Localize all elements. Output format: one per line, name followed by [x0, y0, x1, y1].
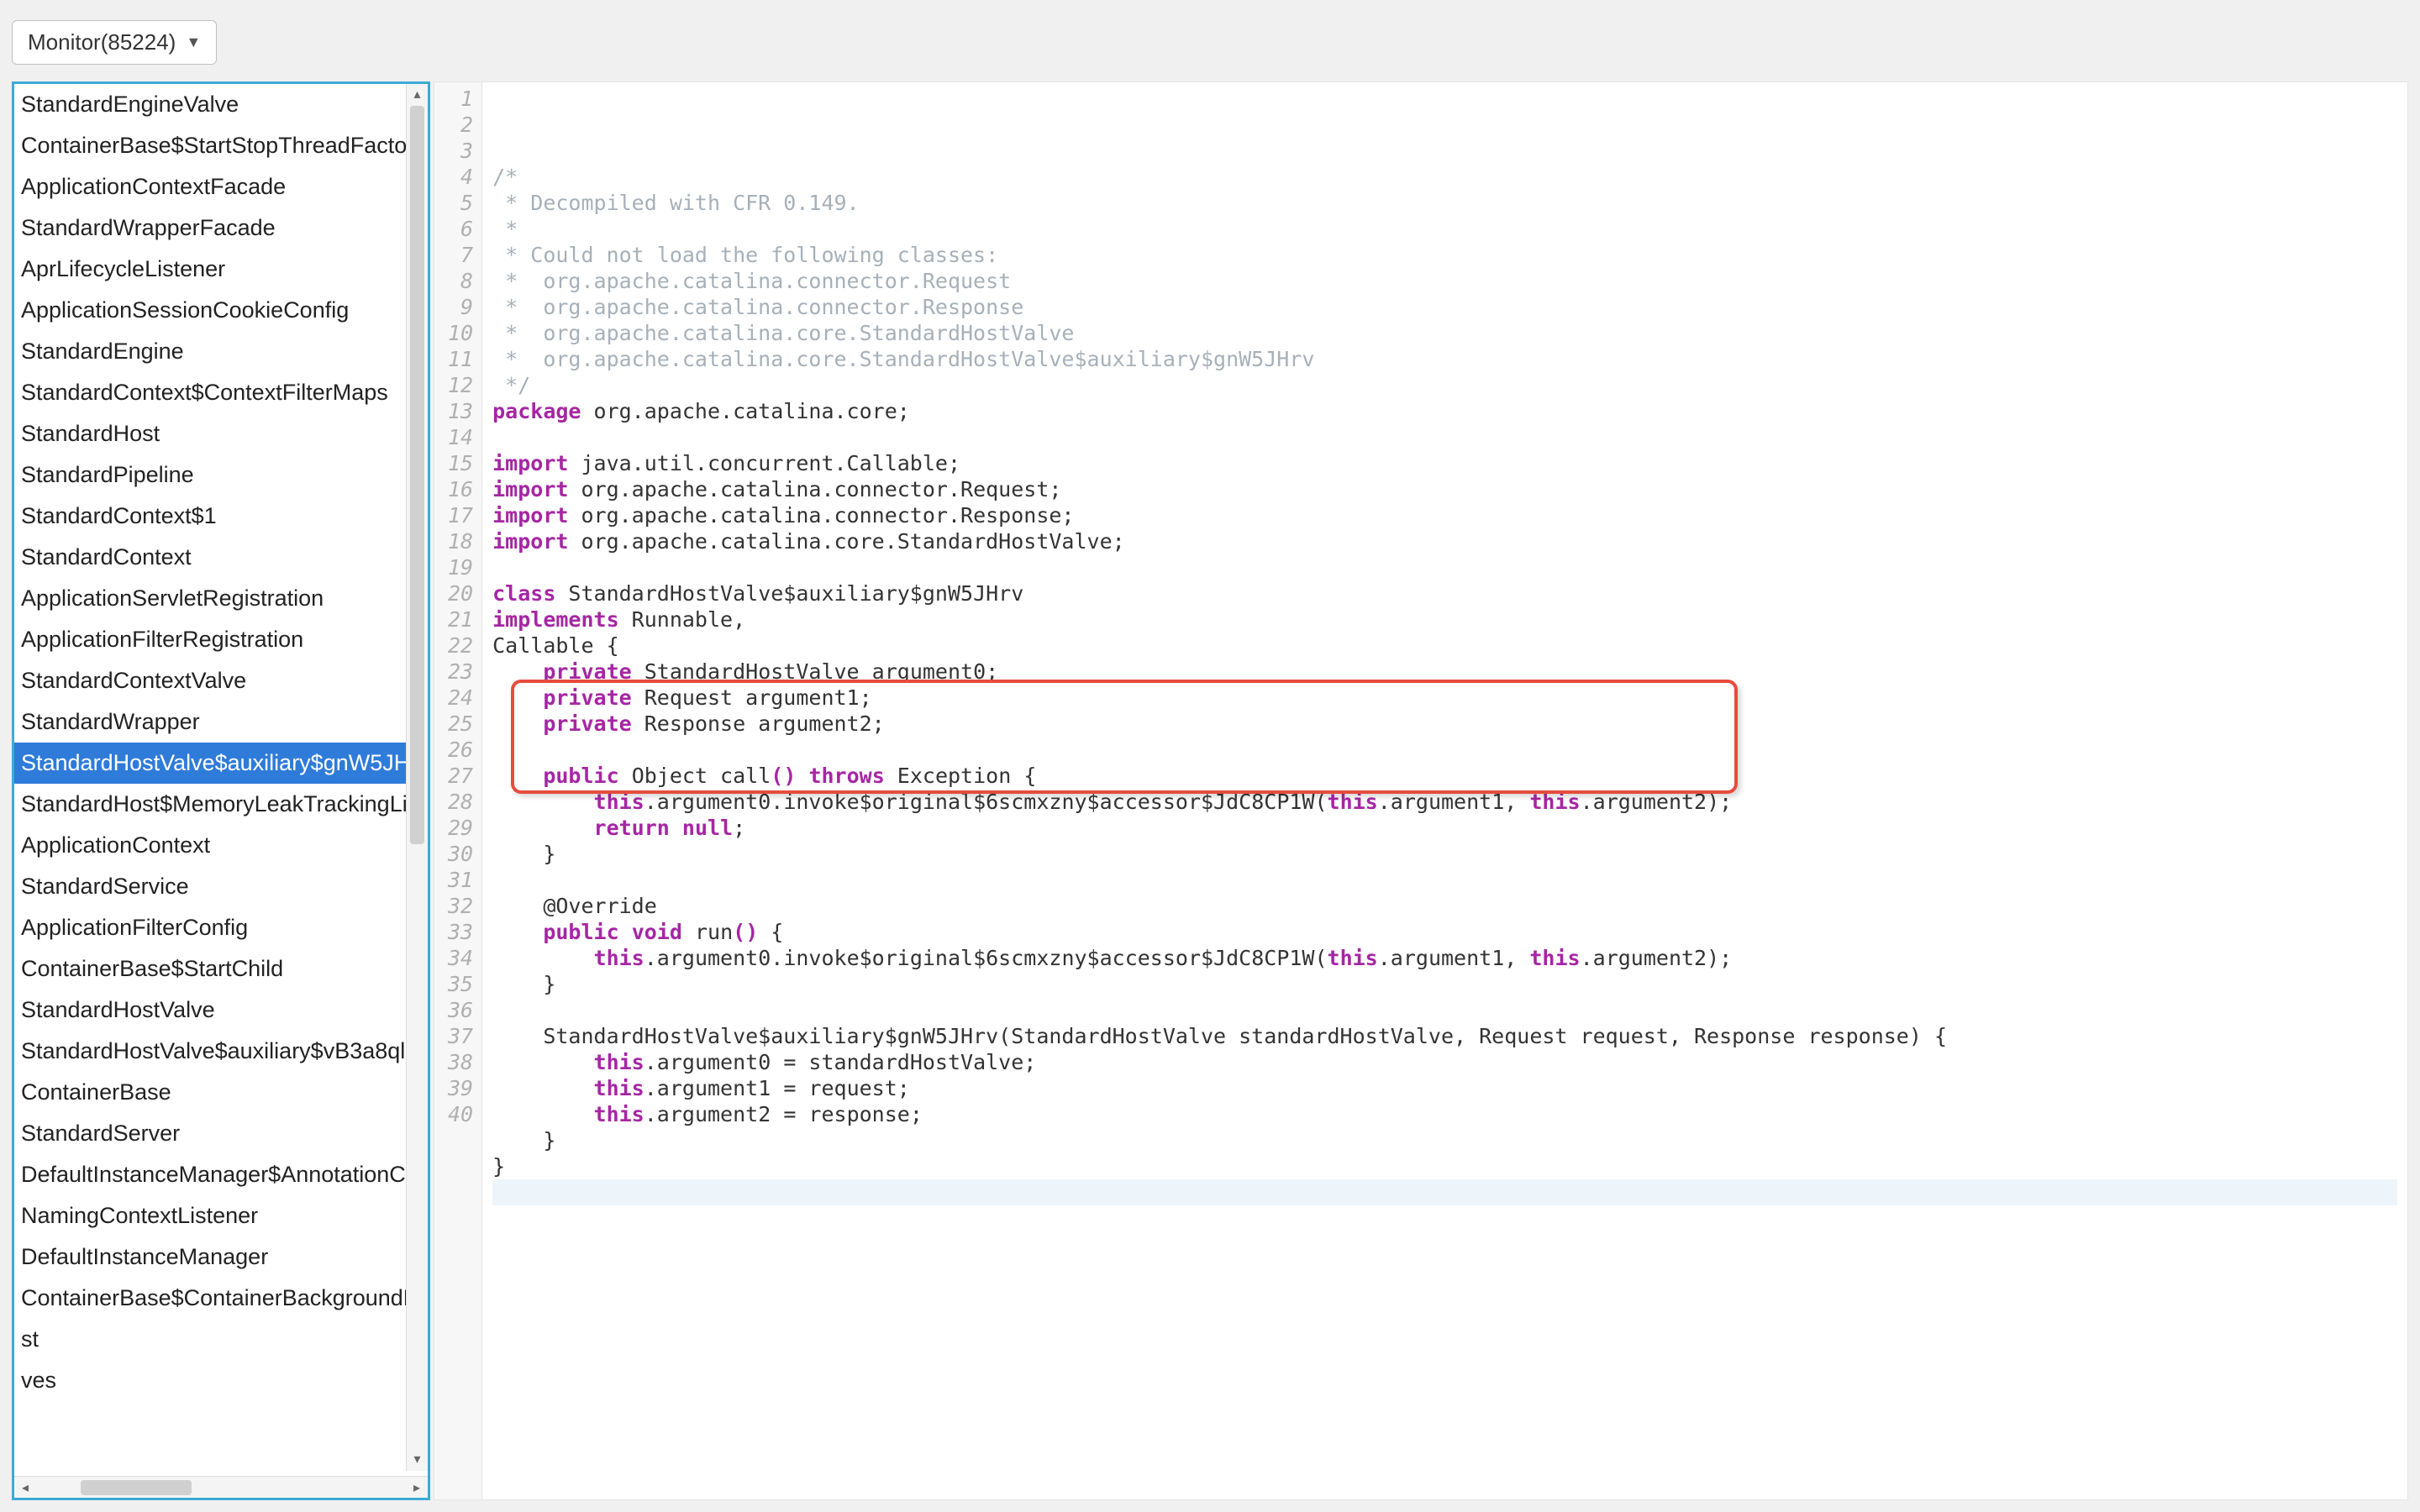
- list-item[interactable]: StandardContextValve: [14, 660, 428, 701]
- code-area[interactable]: /* * Decompiled with CFR 0.149. * * Coul…: [482, 82, 2407, 1499]
- list-item[interactable]: StandardEngineValve: [14, 84, 428, 125]
- list-item[interactable]: ApplicationSessionCookieConfig: [14, 290, 428, 331]
- scroll-track[interactable]: [407, 106, 428, 1449]
- sidebar-horizontal-scrollbar[interactable]: ◂ ▸: [14, 1476, 428, 1498]
- list-item[interactable]: StandardServer: [14, 1113, 428, 1154]
- scroll-thumb[interactable]: [410, 106, 424, 844]
- list-item[interactable]: ContainerBase$StartChild: [14, 948, 428, 990]
- list-item[interactable]: ContainerBase$StartStopThreadFacto: [14, 125, 428, 166]
- main-panel: StandardEngineValveContainerBase$StartSt…: [12, 81, 2408, 1500]
- list-item[interactable]: StandardHostValve$auxiliary$vB3a8ql: [14, 1031, 428, 1072]
- class-list-panel: StandardEngineValveContainerBase$StartSt…: [12, 81, 430, 1500]
- list-item[interactable]: StandardWrapper: [14, 701, 428, 743]
- list-item[interactable]: StandardHostValve: [14, 990, 428, 1031]
- list-item[interactable]: StandardHost$MemoryLeakTrackingLi: [14, 784, 428, 825]
- list-item[interactable]: StandardContext: [14, 537, 428, 578]
- list-item[interactable]: ApplicationFilterRegistration: [14, 619, 428, 660]
- code-editor[interactable]: 1234567891011121314151617181920212223242…: [434, 81, 2408, 1500]
- list-item[interactable]: StandardHostValve$auxiliary$gnW5JH: [14, 743, 428, 784]
- sidebar-vertical-scrollbar[interactable]: ▴ ▾: [406, 84, 428, 1471]
- scroll-right-icon[interactable]: ▸: [406, 1479, 428, 1496]
- list-item[interactable]: st: [14, 1319, 428, 1360]
- scroll-up-icon[interactable]: ▴: [407, 84, 428, 106]
- list-item[interactable]: NamingContextListener: [14, 1195, 428, 1236]
- chevron-down-icon: ▼: [186, 34, 201, 51]
- scroll-left-icon[interactable]: ◂: [14, 1479, 36, 1496]
- list-item[interactable]: ApplicationContext: [14, 825, 428, 866]
- list-item[interactable]: ApplicationServletRegistration: [14, 578, 428, 619]
- list-item[interactable]: StandardWrapperFacade: [14, 207, 428, 249]
- list-item[interactable]: ves: [14, 1360, 428, 1401]
- list-item[interactable]: ApplicationContextFacade: [14, 166, 428, 207]
- list-item[interactable]: StandardService: [14, 866, 428, 907]
- class-list[interactable]: StandardEngineValveContainerBase$StartSt…: [14, 84, 428, 1476]
- list-item[interactable]: DefaultInstanceManager: [14, 1236, 428, 1278]
- list-item[interactable]: ContainerBase$ContainerBackgroundP: [14, 1278, 428, 1319]
- list-item[interactable]: AprLifecycleListener: [14, 249, 428, 290]
- line-number-gutter: 1234567891011121314151617181920212223242…: [434, 82, 482, 1499]
- scroll-down-icon[interactable]: ▾: [407, 1449, 428, 1471]
- scroll-thumb[interactable]: [81, 1480, 192, 1495]
- list-item[interactable]: DefaultInstanceManager$AnnotationC: [14, 1154, 428, 1195]
- monitor-dropdown[interactable]: Monitor(85224) ▼: [12, 20, 217, 65]
- list-item[interactable]: StandardHost: [14, 413, 428, 454]
- list-item[interactable]: [14, 1401, 428, 1416]
- monitor-dropdown-label: Monitor(85224): [28, 29, 176, 55]
- scroll-track[interactable]: [36, 1480, 406, 1495]
- app-root: Monitor(85224) ▼ StandardEngineValveCont…: [0, 0, 2420, 1512]
- list-item[interactable]: StandardPipeline: [14, 454, 428, 496]
- list-item[interactable]: ApplicationFilterConfig: [14, 907, 428, 948]
- toolbar: Monitor(85224) ▼: [12, 12, 2408, 81]
- list-item[interactable]: StandardContext$ContextFilterMaps: [14, 372, 428, 413]
- list-item[interactable]: StandardContext$1: [14, 496, 428, 537]
- list-item[interactable]: ContainerBase: [14, 1072, 428, 1113]
- list-item[interactable]: StandardEngine: [14, 331, 428, 372]
